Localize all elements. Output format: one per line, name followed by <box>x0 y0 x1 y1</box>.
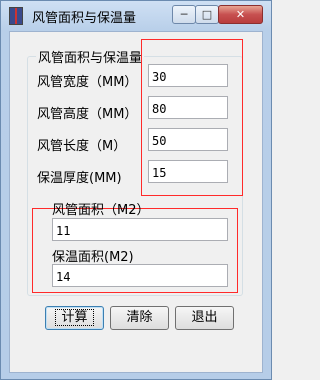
height-input[interactable] <box>148 96 228 119</box>
height-label: 风管高度（MM） <box>37 107 138 122</box>
length-input[interactable] <box>148 128 228 151</box>
window-title: 风管面积与保温量 <box>32 11 137 26</box>
insulation-area-label: 保温面积(M2) <box>52 250 134 265</box>
calculate-button-label: 计算 <box>55 309 94 326</box>
insulation-thickness-input[interactable] <box>148 160 228 183</box>
groupbox-title: 风管面积与保温量 <box>36 47 145 66</box>
insulation-area-output[interactable] <box>52 264 228 287</box>
app-icon <box>9 7 23 25</box>
length-label: 风管长度（M） <box>37 139 127 154</box>
duct-area-label: 风管面积（M2） <box>52 203 150 218</box>
maximize-button[interactable]: □ <box>195 5 219 24</box>
clear-button[interactable]: 清除 <box>110 306 169 330</box>
title-bar[interactable]: 风管面积与保温量 ─ □ ✕ <box>1 1 271 31</box>
exit-button[interactable]: 退出 <box>175 306 234 330</box>
calculate-button[interactable]: 计算 <box>45 306 104 330</box>
close-button[interactable]: ✕ <box>218 5 263 24</box>
width-label: 风管宽度（MM） <box>37 75 138 90</box>
duct-area-output[interactable] <box>52 218 228 241</box>
insulation-thickness-label: 保温厚度(MM) <box>37 171 122 186</box>
minimize-button[interactable]: ─ <box>172 5 196 24</box>
width-input[interactable] <box>148 64 228 87</box>
